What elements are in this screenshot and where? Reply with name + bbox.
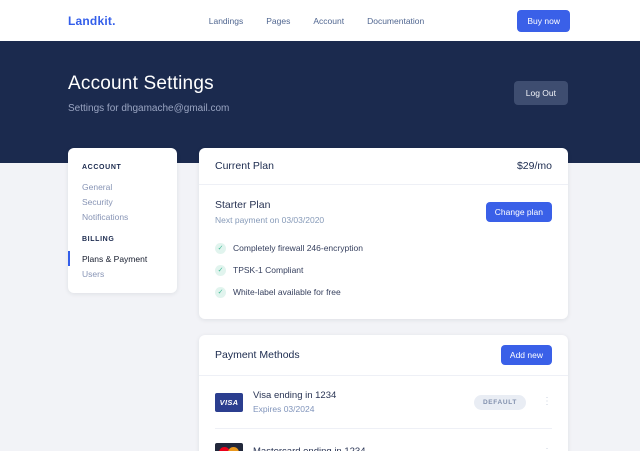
buy-now-button[interactable]: Buy now [517, 10, 570, 32]
sidebar-item-general[interactable]: General [68, 179, 177, 194]
payment-methods-title: Payment Methods [215, 349, 300, 361]
sidebar-item-notifications[interactable]: Notifications [68, 209, 177, 224]
plan-summary-row: Starter Plan Next payment on 03/03/2020 … [199, 185, 568, 225]
kebab-menu-icon[interactable]: ⋮ [542, 397, 552, 407]
check-icon: ✓ [215, 287, 226, 298]
brand-logo[interactable]: Landkit. [68, 14, 116, 28]
nav-item-account[interactable]: Account [313, 16, 344, 26]
logout-button[interactable]: Log Out [514, 81, 568, 105]
plan-features-list: ✓ Completely firewall 246-encryption ✓ T… [199, 233, 568, 319]
page-subtitle: Settings for dhgamache@gmail.com [68, 103, 229, 114]
payment-method-row-visa: VISA Visa ending in 1234 Expires 03/2024… [199, 376, 568, 428]
sidebar-item-users[interactable]: Users [68, 266, 177, 281]
plan-name: Starter Plan [215, 199, 324, 211]
plan-info: Starter Plan Next payment on 03/03/2020 [215, 199, 324, 225]
feature-label: Completely firewall 246-encryption [233, 243, 363, 253]
payment-method-title: Mastercard ending in 1234 [253, 446, 526, 451]
add-new-button[interactable]: Add new [501, 345, 552, 365]
payment-method-expiry: Expires 03/2024 [253, 404, 464, 414]
nav-item-pages[interactable]: Pages [266, 16, 290, 26]
feature-label: TPSK-1 Compliant [233, 265, 303, 275]
sidebar-section-account: ACCOUNT General Security Notifications [68, 164, 177, 224]
main-nav: Landings Pages Account Documentation [116, 16, 518, 26]
change-plan-button[interactable]: Change plan [486, 202, 552, 222]
visa-card-icon: VISA [215, 393, 243, 412]
status-badge: DEFAULT [474, 395, 526, 410]
kebab-menu-icon[interactable]: ⋮ [542, 448, 552, 451]
nav-item-documentation[interactable]: Documentation [367, 16, 424, 26]
sidebar-item-security[interactable]: Security [68, 194, 177, 209]
payment-methods-header: Payment Methods Add new [199, 335, 568, 376]
navbar: Landkit. Landings Pages Account Document… [0, 0, 640, 41]
plan-next-payment: Next payment on 03/03/2020 [215, 215, 324, 225]
sidebar-section-billing: BILLING Plans & Payment Users [68, 236, 177, 281]
content-area: ACCOUNT General Security Notifications B… [0, 148, 640, 451]
feature-label: White-label available for free [233, 287, 341, 297]
nav-item-landings[interactable]: Landings [209, 16, 244, 26]
mastercard-icon [215, 443, 243, 451]
payment-method-row-mastercard: Mastercard ending in 1234 ⋮ [199, 429, 568, 451]
current-plan-title: Current Plan [215, 160, 274, 172]
settings-sidebar: ACCOUNT General Security Notifications B… [68, 148, 177, 293]
hero-banner: Account Settings Settings for dhgamache@… [0, 41, 640, 163]
page-title: Account Settings [68, 73, 229, 95]
sidebar-heading-billing: BILLING [68, 236, 177, 243]
current-plan-header: Current Plan $29/mo [199, 148, 568, 185]
sidebar-heading-account: ACCOUNT [68, 164, 177, 171]
payment-methods-card: Payment Methods Add new VISA Visa ending… [199, 335, 568, 451]
current-plan-card: Current Plan $29/mo Starter Plan Next pa… [199, 148, 568, 319]
hero-text: Account Settings Settings for dhgamache@… [68, 73, 229, 114]
sidebar-item-plans-payment[interactable]: Plans & Payment [68, 251, 177, 266]
main-column: Current Plan $29/mo Starter Plan Next pa… [199, 148, 568, 451]
check-icon: ✓ [215, 265, 226, 276]
list-item: ✓ White-label available for free [215, 281, 552, 303]
current-plan-price: $29/mo [517, 160, 552, 172]
payment-method-info: Mastercard ending in 1234 [253, 446, 526, 451]
payment-method-info: Visa ending in 1234 Expires 03/2024 [253, 390, 464, 414]
check-icon: ✓ [215, 243, 226, 254]
payment-method-title: Visa ending in 1234 [253, 390, 464, 401]
list-item: ✓ TPSK-1 Compliant [215, 259, 552, 281]
list-item: ✓ Completely firewall 246-encryption [215, 237, 552, 259]
